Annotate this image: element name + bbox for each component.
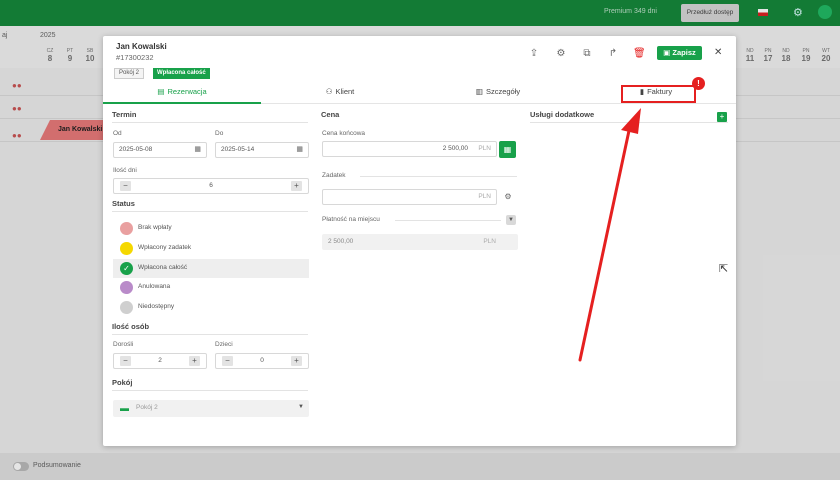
plus-icon[interactable]: + <box>189 356 200 366</box>
room-badge: Pokój 2 <box>114 68 145 79</box>
price-calendar-button[interactable]: ▦ <box>499 141 516 158</box>
days-stepper[interactable]: − 6 + <box>113 178 309 194</box>
guest-name: Jan Kowalski <box>116 42 167 51</box>
status-section-title: Status <box>112 199 135 208</box>
term-section-title: Termin <box>112 110 137 119</box>
copy-icon[interactable]: ⧉ <box>581 48 593 60</box>
from-label: Od <box>113 130 122 137</box>
tab-rezerwacja[interactable]: ▤ Rezerwacja <box>103 84 261 104</box>
price-section-title: Cena <box>321 110 340 119</box>
final-price-label: Cena końcowa <box>322 130 365 137</box>
status-option[interactable]: Anulowana <box>113 278 309 297</box>
on-site-payment-label: Płatność na miejscu <box>322 216 380 223</box>
close-icon[interactable]: ✕ <box>714 47 722 58</box>
adults-label: Dorośli <box>113 341 134 348</box>
final-price-field[interactable]: 2 500,00 PLN <box>322 141 497 157</box>
status-color-dot <box>120 301 133 314</box>
status-color-dot <box>120 281 133 294</box>
status-option[interactable]: Wpłacony zadatek <box>113 239 309 258</box>
calendar-icon[interactable]: ▦ <box>296 143 303 157</box>
deposit-field[interactable]: PLN <box>322 189 497 205</box>
share-icon[interactable]: ⇪ <box>528 48 540 60</box>
bed-icon: ▬ <box>120 403 129 413</box>
children-label: Dzieci <box>215 341 233 348</box>
deposit-settings-icon[interactable]: ⚙ <box>502 191 514 203</box>
on-site-payment-field: 2 500,00 PLN <box>322 234 518 250</box>
chevron-down-icon[interactable]: ▼ <box>506 215 516 225</box>
forward-icon[interactable]: ↱ <box>607 48 619 60</box>
status-color-dot <box>120 242 133 255</box>
tab-klient[interactable]: ⚇ Klient <box>261 84 419 104</box>
children-stepper[interactable]: − 0 + <box>215 353 309 369</box>
mouse-cursor-icon: ⇱ <box>719 263 729 275</box>
reservation-id: #17300232 <box>116 53 154 62</box>
payment-status-badge: Wpłacona całość <box>153 68 210 79</box>
status-option[interactable]: Brak wpłaty <box>113 219 309 238</box>
status-option-selected[interactable]: ✓ Wpłacona całość <box>113 259 309 278</box>
to-date-field[interactable]: 2025-05-14 ▦ <box>215 142 309 158</box>
room-select[interactable]: ▬ Pokój 2 ▼ <box>113 400 309 417</box>
chevron-down-icon: ▼ <box>298 404 304 410</box>
room-section-title: Pokój <box>112 378 133 387</box>
plus-icon[interactable]: + <box>291 356 302 366</box>
settings-icon[interactable]: ⚙ <box>555 48 567 60</box>
trash-icon[interactable]: 🗑 <box>633 48 646 60</box>
from-date-field[interactable]: 2025-05-08 ▦ <box>113 142 207 158</box>
to-label: Do <box>215 130 224 137</box>
document-icon: ▥ <box>475 87 483 96</box>
save-button[interactable]: ▣ Zapisz <box>657 46 702 60</box>
annotation-badge: ! <box>692 77 705 90</box>
status-option[interactable]: Niedostępny <box>113 298 309 317</box>
status-color-dot <box>120 222 133 235</box>
extras-section-title: Usługi dodatkowe <box>530 110 595 119</box>
add-extra-service-button[interactable]: + <box>717 112 727 122</box>
adults-stepper[interactable]: − 2 + <box>113 353 207 369</box>
annotation-highlight-box <box>621 85 696 103</box>
deposit-label: Zadatek <box>322 172 346 179</box>
calendar-icon: ▤ <box>157 87 165 96</box>
guests-section-title: Ilość osób <box>112 322 150 331</box>
plus-icon[interactable]: + <box>291 181 302 191</box>
calendar-icon[interactable]: ▦ <box>194 143 201 157</box>
tab-szczegoly[interactable]: ▥ Szczegóły <box>419 84 577 104</box>
check-icon: ✓ <box>120 262 133 275</box>
days-label: Ilość dni <box>113 167 137 174</box>
reservation-modal: Jan Kowalski #17300232 Pokój 2 Wpłacona … <box>103 36 736 446</box>
user-icon: ⚇ <box>325 87 333 96</box>
